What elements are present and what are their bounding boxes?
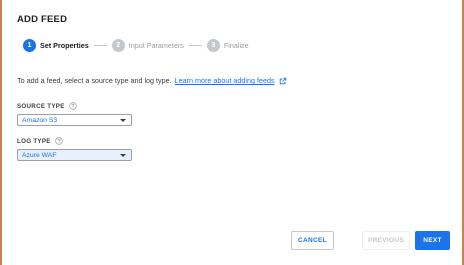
- source-type-label: SOURCE TYPE: [17, 102, 77, 110]
- intro-text: To add a feed, select a source type and …: [17, 76, 287, 85]
- help-circle-icon[interactable]: [54, 137, 63, 145]
- source-type-value: Amazon S3: [22, 116, 58, 124]
- step-number: 2: [111, 39, 125, 52]
- step-label: Set Properties: [40, 41, 89, 50]
- log-type-select[interactable]: Azure WAF: [17, 149, 132, 161]
- intro-description: To add a feed, select a source type and …: [17, 76, 172, 85]
- step-number: 3: [206, 39, 220, 52]
- log-type-value: Azure WAF: [22, 151, 57, 159]
- source-type-label-text: SOURCE TYPE: [17, 102, 65, 110]
- chevron-down-icon: [120, 118, 126, 122]
- add-feed-dialog: ADD FEED 1 Set Properties 2 Input Parame…: [0, 0, 464, 265]
- external-link-icon[interactable]: [279, 77, 287, 85]
- cancel-button[interactable]: CANCEL: [291, 231, 334, 250]
- previous-button[interactable]: PREVIOUS: [362, 231, 410, 250]
- log-type-label: LOG TYPE: [17, 137, 63, 145]
- step-input-parameters: 2 Input Parameters: [111, 39, 184, 52]
- next-button[interactable]: NEXT: [415, 231, 450, 250]
- learn-more-link[interactable]: Learn more about adding feeds: [175, 76, 275, 85]
- step-finalize: 3 Finalize: [206, 39, 249, 52]
- step-connector: [188, 45, 202, 46]
- step-connector: [93, 45, 107, 46]
- step-number: 1: [23, 39, 36, 52]
- step-label: Input Parameters: [128, 41, 184, 50]
- dialog-title: ADD FEED: [17, 14, 68, 25]
- source-type-select[interactable]: Amazon S3: [17, 114, 132, 126]
- chevron-down-icon: [120, 153, 126, 157]
- step-label: Finalize: [223, 41, 249, 50]
- help-circle-icon[interactable]: [68, 102, 77, 110]
- log-type-label-text: LOG TYPE: [17, 137, 51, 145]
- stepper: 1 Set Properties 2 Input Parameters 3 Fi…: [23, 39, 249, 52]
- step-set-properties: 1 Set Properties: [23, 39, 89, 52]
